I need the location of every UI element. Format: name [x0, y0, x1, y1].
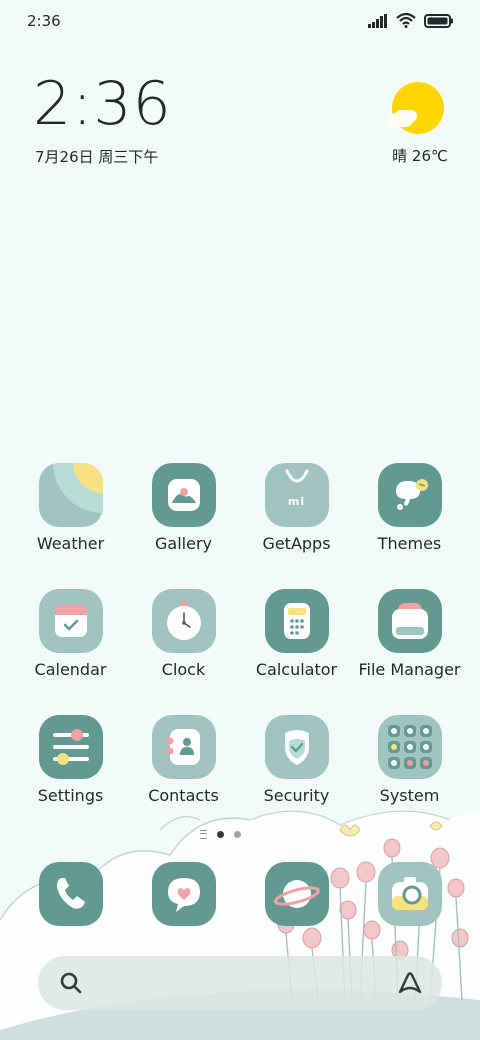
app-label: Gallery: [155, 534, 212, 553]
browser-planet-icon: [264, 862, 329, 926]
app-label: Settings: [37, 786, 104, 805]
dock-browser[interactable]: [240, 862, 353, 926]
folder-icon: [377, 589, 442, 653]
status-bar: 2:36: [0, 0, 480, 42]
app-label: System: [379, 786, 440, 805]
dock-camera[interactable]: [353, 862, 466, 926]
camera-icon: [377, 862, 442, 926]
app-system-folder[interactable]: System: [353, 715, 466, 805]
messages-heart-icon: [151, 862, 216, 926]
dock-messages[interactable]: [127, 862, 240, 926]
calculator-icon: [264, 589, 329, 653]
app-settings[interactable]: Settings: [14, 715, 127, 805]
battery-icon: [424, 13, 453, 28]
status-time: 2:36: [27, 12, 61, 30]
clock-icon: [151, 589, 216, 653]
phone-icon: [38, 862, 103, 926]
app-security[interactable]: Security: [240, 715, 353, 805]
app-drawer-indicator-icon[interactable]: [200, 830, 207, 839]
app-weather[interactable]: Weather: [14, 463, 127, 553]
app-clock[interactable]: Clock: [127, 589, 240, 679]
dock-phone[interactable]: [14, 862, 127, 926]
search-icon[interactable]: [58, 970, 84, 996]
calendar-icon: [38, 589, 103, 653]
settings-sliders-icon: [38, 715, 103, 779]
app-contacts[interactable]: Contacts: [127, 715, 240, 805]
app-label: File Manager: [358, 660, 461, 679]
search-bar[interactable]: [38, 956, 442, 1010]
app-label: Calculator: [255, 660, 338, 679]
app-themes[interactable]: Themes: [353, 463, 466, 553]
gallery-icon: [151, 463, 216, 527]
app-label: Weather: [36, 534, 105, 553]
weather-widget-text: 晴 26℃: [392, 147, 448, 165]
app-label: Contacts: [148, 786, 219, 805]
security-shield-icon: [264, 715, 329, 779]
app-file-manager[interactable]: File Manager: [353, 589, 466, 679]
page-indicator[interactable]: [200, 830, 241, 839]
app-gallery[interactable]: Gallery: [127, 463, 240, 553]
clock-widget-date: 7月26日 周三下午: [35, 148, 159, 166]
page-dot[interactable]: [234, 831, 241, 838]
system-folder-icon: [377, 715, 442, 779]
assistant-icon[interactable]: [396, 970, 424, 996]
app-label: Themes: [377, 534, 442, 553]
page-dot-active[interactable]: [217, 831, 224, 838]
app-label: Clock: [161, 660, 206, 679]
clock-widget-time[interactable]: 2:36: [33, 74, 172, 134]
app-getapps[interactable]: mi GetApps: [240, 463, 353, 553]
getapps-logo-text: mi: [287, 495, 306, 508]
app-label: GetApps: [262, 534, 331, 553]
weather-icon: [38, 463, 103, 527]
themes-icon: [377, 463, 442, 527]
app-label: Calendar: [34, 660, 107, 679]
contacts-icon: [151, 715, 216, 779]
app-calendar[interactable]: Calendar: [14, 589, 127, 679]
wifi-icon: [396, 13, 416, 28]
getapps-bag-icon: mi: [264, 463, 329, 527]
signal-icon: [368, 13, 387, 28]
app-calculator[interactable]: Calculator: [240, 589, 353, 679]
app-label: Security: [263, 786, 330, 805]
